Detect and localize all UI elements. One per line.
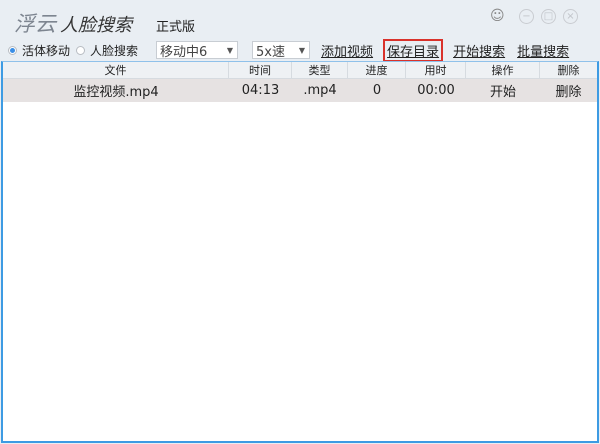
file-name: 监控视频.mp4 [73,85,159,100]
speed-select[interactable]: 5x速 ▼ [252,41,311,60]
radio-face-search[interactable]: 人脸搜索 [76,42,138,59]
chevron-down-icon: ▼ [226,45,234,55]
select-value: 移动中6 [160,44,208,60]
duration: 04:13 [241,83,280,98]
column-header: 用时 [406,62,466,78]
video-table: 文件 时间 类型 进度 用时 操作 删除 监控视频.mp4 04:13 .mp4… [1,61,599,443]
chevron-down-icon: ▼ [298,45,306,55]
app-title: 浮云 人脸搜索 正式版 [14,8,195,38]
select-value: 5x速 [256,44,285,60]
radio-label: 人脸搜索 [90,43,139,58]
delete-button[interactable]: 删除 [540,79,597,102]
table-row[interactable]: 监控视频.mp4 04:13 .mp4 0 00:00 开始 删除 [3,79,597,102]
table-header: 文件 时间 类型 进度 用时 操作 删除 [3,62,597,79]
minimize-button[interactable]: − [519,8,534,24]
start-search-button[interactable]: 开始搜索 [453,41,505,60]
add-video-button[interactable]: 添加视频 [321,41,373,60]
window-controls: ☺ − □ × [490,8,578,24]
batch-search-button[interactable]: 批量搜索 [517,41,569,60]
elapsed-time: 00:00 [417,83,455,98]
progress: 0 [372,83,382,98]
radio-icon [8,45,17,55]
column-header: 文件 [3,62,229,78]
column-header: 类型 [292,62,348,78]
column-header: 操作 [466,62,540,78]
radio-icon [76,45,86,55]
logo-text: 浮云 [14,12,56,36]
file-type: .mp4 [303,83,337,98]
app-name: 人脸搜索 [60,15,132,36]
close-button[interactable]: × [563,8,578,24]
column-header: 进度 [348,62,406,78]
edition-label: 正式版 [156,20,196,35]
toolbar: 活体移动 人脸搜索 移动中6 ▼ 5x速 ▼ 添加视频 保存目录 开始搜索 批量搜索 [8,38,600,62]
restore-button[interactable]: □ [541,8,556,24]
column-header: 时间 [229,62,292,78]
motion-select[interactable]: 移动中6 ▼ [156,41,239,60]
user-icon[interactable]: ☺ [490,8,506,24]
start-button[interactable]: 开始 [466,79,540,102]
radio-live-motion[interactable]: 活体移动 [8,42,70,59]
column-header: 删除 [557,64,580,77]
save-directory-button[interactable]: 保存目录 [383,38,444,62]
radio-label: 活体移动 [22,43,71,58]
